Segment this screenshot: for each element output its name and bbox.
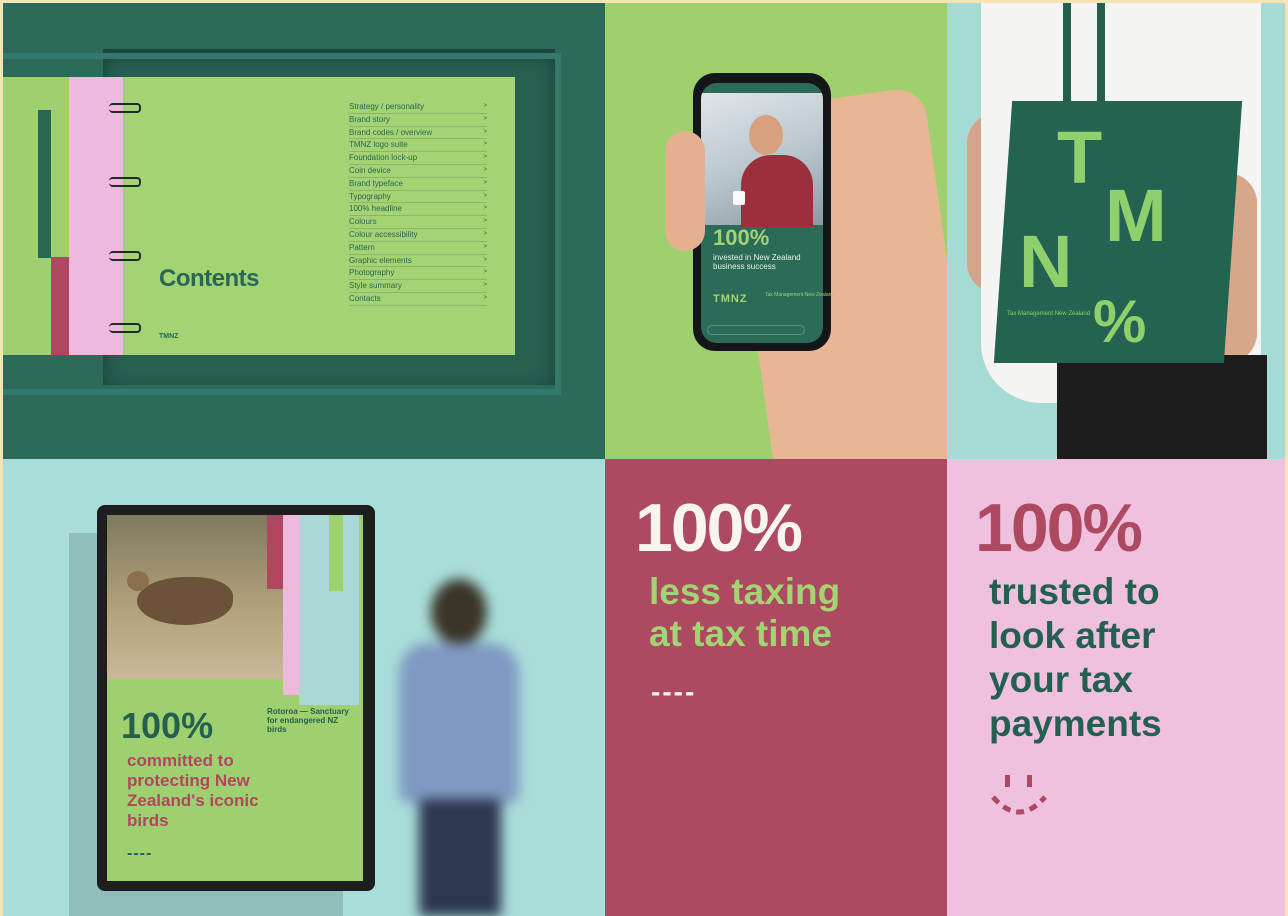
toc-item: Foundation lock-up	[349, 152, 487, 165]
bag-letter: M	[1105, 174, 1167, 257]
table-of-contents: Strategy / personality Brand story Brand…	[349, 101, 487, 306]
toc-item: Brand story	[349, 114, 487, 127]
bag-letter: N	[1019, 220, 1073, 303]
poster-bar	[267, 515, 283, 589]
bag-letter: %	[1093, 288, 1147, 355]
red-dashes: ----	[651, 676, 697, 707]
person-body	[741, 155, 813, 227]
pink-line: look after	[989, 615, 1156, 656]
cup	[733, 191, 745, 205]
green-bar	[38, 110, 51, 258]
binder-ring	[109, 323, 141, 333]
red-text-line1: less taxing	[649, 571, 841, 612]
toc-item: Style summary	[349, 280, 487, 293]
phone-text: invested in New Zealand business success	[713, 253, 801, 271]
binder-ring	[109, 251, 141, 261]
portrait-photo	[701, 93, 823, 227]
pink-headline: 100%	[975, 490, 1143, 566]
binder-ring	[109, 177, 141, 187]
poster-caption: Rotoroa — Sanctuary for endangered NZ bi…	[267, 707, 349, 734]
pink-line: payments	[989, 703, 1162, 744]
walker-head	[431, 579, 487, 645]
toc-item: Colour accessibility	[349, 229, 487, 242]
poster-tile: 100% committed to protecting New Zealand…	[3, 459, 605, 916]
toc-item: Graphic elements	[349, 255, 487, 268]
poster-dashes: ----	[127, 845, 153, 862]
walker-body	[399, 643, 519, 803]
pink-tile: 100% trusted to look after your tax paym…	[947, 459, 1285, 916]
blurred-walker	[379, 579, 539, 916]
toc-item: Pattern	[349, 242, 487, 255]
bird	[137, 577, 233, 625]
red-headline: 100%	[635, 490, 803, 566]
phone-input[interactable]	[707, 325, 805, 335]
person-head	[749, 115, 783, 155]
poster-bar	[283, 515, 299, 695]
bag-strap	[1097, 3, 1105, 103]
red-tile: 100% less taxing at tax time ----	[605, 459, 947, 916]
binder-ring	[109, 103, 141, 113]
phone-headline: 100%	[713, 225, 770, 250]
book-logo: TMNZ	[159, 333, 179, 340]
tote-bag-tile: T M N % Tax Management New Zealand	[947, 3, 1285, 459]
bag-small-text: Tax Management New Zealand	[1007, 311, 1091, 317]
thumb	[665, 131, 705, 251]
bird-head	[127, 571, 149, 591]
toc-item: Colours	[349, 216, 487, 229]
poster-text: committed to protecting New Zealand's ic…	[127, 751, 259, 830]
toc-item: 100% headline	[349, 203, 487, 217]
bag-letter: T	[1057, 116, 1103, 199]
toc-item: Coin device	[349, 165, 487, 178]
phone-logo: TMNZ	[713, 293, 748, 305]
pants	[1057, 355, 1267, 459]
pink-strip	[69, 77, 123, 355]
toc-item: Brand codes / overview	[349, 127, 487, 140]
toc-item: TMNZ logo suite	[349, 139, 487, 153]
red-bar	[51, 257, 69, 355]
pink-line: trusted to	[989, 571, 1160, 612]
toc-item: Brand typeface	[349, 178, 487, 191]
red-text-line2: at tax time	[649, 613, 833, 654]
smiley-icon	[991, 775, 1047, 815]
phone-logo-sub: Tax Management New Zealand	[765, 292, 835, 298]
toc-item: Photography	[349, 267, 487, 281]
pink-line: your tax	[989, 659, 1133, 700]
bag-strap	[1063, 3, 1071, 113]
toc-item: Contacts	[349, 293, 487, 306]
walker-legs	[419, 799, 501, 916]
poster-bar	[329, 515, 343, 591]
brand-book-tile: Contents Strategy / personality Brand st…	[3, 3, 605, 459]
toc-item: Typography	[349, 191, 487, 204]
book-title: Contents	[159, 265, 260, 292]
toc-item: Strategy / personality	[349, 101, 487, 114]
phone-tile: 100% invested in New Zealand business su…	[605, 3, 947, 459]
poster-headline: 100%	[121, 705, 214, 746]
